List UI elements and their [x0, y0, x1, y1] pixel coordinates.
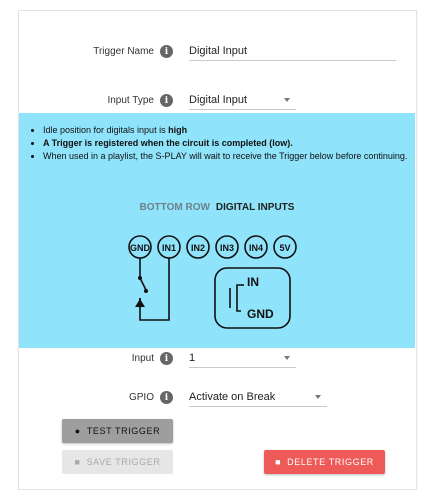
gpio-select[interactable]: Activate on Break [189, 391, 327, 407]
chevron-down-icon [284, 356, 290, 360]
gpio-label: GPIO [128, 392, 154, 403]
trigger-name-input[interactable]: Digital Input [189, 45, 396, 61]
test-trigger-button[interactable]: ● TEST TRIGGER [62, 419, 173, 443]
pin-label-in3: IN3 [220, 243, 234, 253]
input-row: Input i [100, 352, 173, 365]
pin-label-in1: IN1 [162, 243, 176, 253]
symbol-gnd-label: GND [247, 307, 274, 321]
gpio-row: GPIO i [100, 391, 173, 404]
info-icon[interactable]: i [160, 391, 173, 404]
wire-in1 [139, 258, 170, 321]
info-icon[interactable]: i [160, 45, 173, 58]
trash-icon: ■ [275, 457, 282, 467]
chevron-down-icon [315, 395, 321, 399]
delete-trigger-label: DELETE TRIGGER [287, 457, 374, 467]
input-label: Input [131, 353, 154, 364]
save-trigger-button[interactable]: ■ SAVE TRIGGER [62, 450, 173, 474]
save-icon: ■ [74, 457, 81, 467]
input-type-value: Digital Input [189, 94, 248, 106]
gpio-value: Activate on Break [189, 391, 276, 403]
input-type-label: Input Type [107, 95, 154, 106]
delete-trigger-button[interactable]: ■ DELETE TRIGGER [264, 450, 385, 474]
trigger-name-label: Trigger Name [93, 46, 154, 57]
arrow-up-icon [135, 299, 145, 307]
clock-icon: ● [74, 426, 81, 436]
symbol-in-label: IN [247, 275, 259, 289]
input-select[interactable]: 1 [189, 352, 296, 368]
info-icon[interactable]: i [160, 94, 173, 107]
chevron-down-icon [284, 98, 290, 102]
pin-label-gnd: GND [130, 243, 151, 253]
pin-label-in4: IN4 [249, 243, 263, 253]
pin-label-in2: IN2 [191, 243, 205, 253]
input-type-select[interactable]: Digital Input [189, 94, 296, 110]
digital-input-info-panel: Idle position for digitals input is high… [19, 113, 415, 348]
trigger-name-row: Trigger Name i [60, 45, 173, 58]
wiring-diagram: GND IN1 IN2 IN3 IN4 5V IN GND [128, 235, 297, 329]
pin-label-5v: 5V [279, 243, 290, 253]
save-trigger-label: SAVE TRIGGER [86, 457, 161, 467]
info-icon[interactable]: i [160, 352, 173, 365]
input-value: 1 [189, 352, 196, 364]
input-type-row: Input Type i [60, 94, 173, 107]
switch-lever [139, 277, 147, 291]
test-trigger-label: TEST TRIGGER [86, 426, 161, 436]
